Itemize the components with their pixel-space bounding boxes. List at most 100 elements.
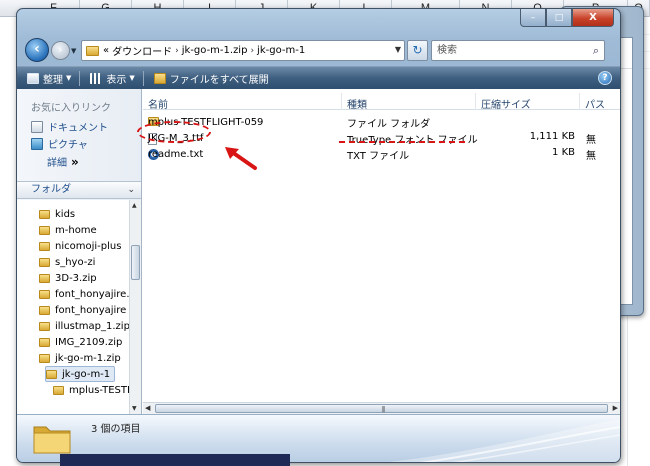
folder-icon [39,257,50,267]
tree-item-selected[interactable]: jk-go-m-1 [45,366,116,382]
zip-folder-icon [153,72,166,84]
scroll-right-icon[interactable]: ▶ [613,404,618,412]
scroll-up-icon[interactable]: ▲ [132,202,137,209]
file-type: TXT ファイル [347,151,410,162]
tree-item[interactable]: jk-go-m-1.zip [39,350,121,366]
views-icon [90,72,103,84]
file-password: 無 [586,151,596,162]
favorite-link-label: ドキュメント [48,123,108,134]
pictures-icon [31,137,43,150]
explorer-window: – □ X ‹ › ▼ « ダウンロード › jk-go-m-1.zip › j… [16,8,621,463]
grip-icon: ||| [381,406,386,413]
organize-label: 整理 [43,74,63,86]
forward-button[interactable]: › [51,41,70,60]
folder-icon [39,225,50,235]
recent-pages-dropdown-icon[interactable]: ▼ [71,47,76,55]
zip-folder-icon [39,353,50,363]
file-size: 1,111 KB [529,131,575,142]
details-link[interactable]: 詳細 » [47,154,79,169]
organize-button[interactable]: 整理 ▼ [27,71,71,86]
tree-item[interactable]: m-home [39,222,97,238]
folder-icon [86,45,99,56]
file-type: TrueType フォント ファイル [347,135,478,146]
folders-header[interactable]: フォルダ ⌄ [17,181,141,199]
refresh-button[interactable]: ↻ [407,40,428,61]
search-icon[interactable]: ⌕ [593,41,599,60]
maximize-button[interactable]: □ [546,9,572,27]
file-password: 無 [586,135,596,146]
column-name[interactable]: 名前 [148,96,168,111]
folder-icon [39,241,50,251]
address-prefix[interactable]: « [103,45,109,56]
folder-icon [46,369,57,379]
caption-buttons: – □ X [520,9,614,27]
tree-scrollbar[interactable]: ▲ ▼ [129,200,141,414]
favorite-links-title: お気に入りリンク [31,103,111,114]
tree-item[interactable]: font_honyajire (1 [39,302,129,318]
scroll-left-icon[interactable]: ◀ [145,404,150,412]
zip-folder-icon [39,337,50,347]
folder-icon [39,209,50,219]
zip-folder-icon [39,305,50,315]
file-list-header: 名前 種類 圧縮サイズ パス [143,93,620,111]
extract-all-label: ファイルをすべて展開 [169,74,269,86]
column-password[interactable]: パス [585,96,605,111]
favorite-link-documents[interactable]: ドキュメント [31,119,108,134]
help-button[interactable]: ? [598,71,612,85]
refresh-icon: ↻ [412,43,423,57]
scrollbar-thumb[interactable]: ||| [155,404,608,413]
minimize-button[interactable]: – [520,9,546,27]
documents-icon [31,120,43,133]
item-count: 3 個の項目 [91,424,141,435]
file-row[interactable]: readme.txt TXT ファイル 1 KB 無 [143,145,620,162]
file-list: 名前 種類 圧縮サイズ パス mplus-TESTFLIGHT-059 ファイル… [143,89,620,414]
breadcrumb-separator[interactable]: › [250,46,254,56]
horizontal-scrollbar[interactable]: ◀ ||| ▶ [143,402,620,414]
tree-item[interactable]: 3D-3.zip [39,270,97,286]
tree-item[interactable]: IMG_2109.zip [39,334,122,350]
tree-item[interactable]: illustmap_1.zip [39,318,129,334]
search-input[interactable]: 検索 ⌕ [431,40,605,61]
scroll-down-icon[interactable]: ▼ [132,405,137,412]
chevron-down-icon: ▼ [66,74,72,82]
view-label: 表示 [106,74,127,86]
folders-label: フォルダ [31,184,71,195]
background-banner [60,454,290,466]
file-name: readme.txt [148,149,204,160]
tree-item[interactable]: font_honyajire.zi [39,286,129,302]
folder-tree: kids m-home nicomoji-plus s_hyo-zi 3D-3.… [17,200,129,414]
navigation-pane: お気に入りリンク ドキュメント ピクチャ 詳細 » フォルダ ⌄ kids m-h… [17,89,142,414]
tree-item[interactable]: nicomoji-plus [39,238,121,254]
address-dropdown-icon[interactable]: ▼ [395,45,401,54]
scrollbar-thumb[interactable] [131,245,140,280]
tree-item[interactable]: kids [39,206,75,222]
column-compressed-size[interactable]: 圧縮サイズ [481,96,531,111]
extract-all-button[interactable]: ファイルをすべて展開 [153,71,269,86]
close-button[interactable]: X [572,9,614,27]
breadcrumb-separator[interactable]: › [175,46,179,56]
chevron-right-icon: » [71,155,79,169]
decorative-swoosh [389,419,620,462]
address-bar[interactable]: « ダウンロード › jk-go-m-1.zip › jk-go-m-1 ▼ [81,40,405,61]
command-bar: 整理 ▼ 表示 ▼ ファイルをすべて展開 ? [17,66,620,89]
breadcrumb-zip[interactable]: jk-go-m-1.zip [182,45,248,56]
breadcrumb-folder[interactable]: jk-go-m-1 [257,45,305,56]
breadcrumb-downloads[interactable]: ダウンロード [112,43,172,58]
zip-folder-icon [39,321,50,331]
view-button[interactable]: 表示 ▼ [90,71,135,86]
tree-item[interactable]: mplus-TESTF [53,382,129,398]
column-type[interactable]: 種類 [347,96,367,111]
organize-icon [27,72,39,84]
folder-icon [33,426,71,454]
back-button[interactable]: ‹ [25,38,49,62]
favorite-link-pictures[interactable]: ピクチャ [31,136,88,151]
red-arrow-icon [225,147,257,170]
content-area: お気に入りリンク ドキュメント ピクチャ 詳細 » フォルダ ⌄ kids m-h… [17,89,620,414]
file-row[interactable]: mplus-TESTFLIGHT-059 ファイル フォルダ [143,113,620,130]
dashed-underline-annotation [339,141,465,143]
details-label: 詳細 [47,158,67,169]
zip-folder-icon [39,289,50,299]
chevron-down-icon: ▼ [129,74,135,82]
chevron-down-icon[interactable]: ⌄ [127,182,135,198]
tree-item[interactable]: s_hyo-zi [39,254,95,270]
